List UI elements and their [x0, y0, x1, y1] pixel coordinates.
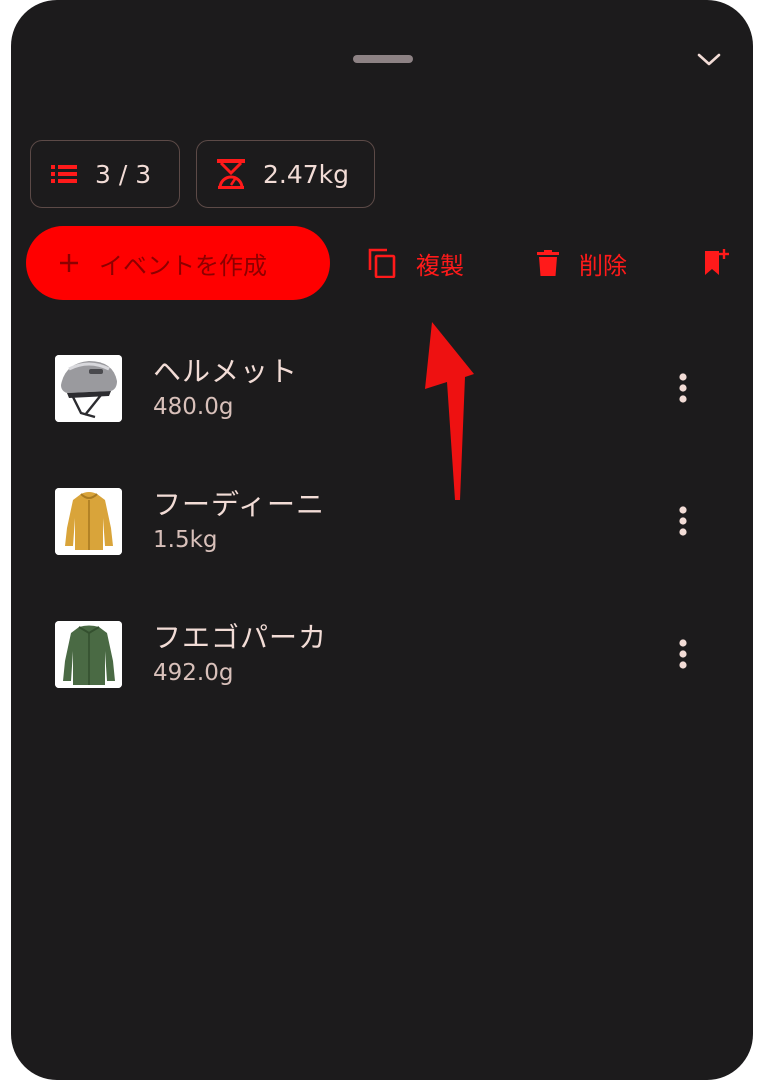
trash-icon — [537, 250, 559, 276]
item-name: フーディーニ — [153, 488, 326, 521]
create-event-label: イベントを作成 — [99, 251, 267, 280]
yellow-jacket-image — [55, 488, 122, 555]
collapse-button[interactable] — [689, 42, 729, 78]
gear-list: ヘルメット 480.0g フーディーニ 1.5kg フエゴパーカ 492.0g — [11, 330, 753, 729]
bottom-sheet: 3 / 3 2.47kg イベントを作成 複製 削除 ヘルメット 480.0g … — [11, 0, 753, 1080]
total-weight-value: 2.47kg — [263, 159, 350, 189]
total-weight-chip[interactable]: 2.47kg — [196, 140, 375, 208]
item-weight: 480.0g — [153, 394, 234, 420]
drag-handle[interactable] — [353, 55, 413, 63]
more-vertical-icon — [679, 506, 687, 536]
item-weight: 1.5kg — [153, 527, 218, 553]
helmet-thumbnail — [55, 355, 122, 422]
helmet-image — [55, 355, 122, 422]
item-menu-button[interactable] — [663, 634, 703, 674]
item-count-value: 3 / 3 — [95, 159, 152, 189]
duplicate-button[interactable]: 複製 — [368, 226, 464, 300]
chevron-down-icon — [697, 53, 721, 66]
plus-icon — [60, 254, 78, 272]
delete-button[interactable]: 削除 — [537, 226, 627, 300]
duplicate-label: 複製 — [416, 251, 464, 280]
item-count-chip[interactable]: 3 / 3 — [30, 140, 180, 208]
more-vertical-icon — [679, 639, 687, 669]
list-item[interactable]: フエゴパーカ 492.0g — [11, 596, 753, 729]
action-bar: イベントを作成 複製 削除 — [11, 226, 753, 300]
list-item[interactable]: フーディーニ 1.5kg — [11, 463, 753, 596]
create-event-button[interactable]: イベントを作成 — [26, 226, 330, 300]
bookmark-add-icon — [705, 249, 729, 275]
add-bookmark-button[interactable] — [703, 226, 749, 300]
scale-icon — [217, 159, 245, 189]
parka-thumbnail — [55, 621, 122, 688]
item-name: フエゴパーカ — [153, 621, 328, 654]
item-name: ヘルメット — [153, 355, 299, 388]
jacket-thumbnail — [55, 488, 122, 555]
item-menu-button[interactable] — [663, 368, 703, 408]
list-icon — [51, 165, 77, 183]
item-menu-button[interactable] — [663, 501, 703, 541]
item-weight: 492.0g — [153, 660, 234, 686]
copy-icon — [368, 248, 396, 278]
delete-label: 削除 — [579, 251, 627, 280]
more-vertical-icon — [679, 373, 687, 403]
list-item[interactable]: ヘルメット 480.0g — [11, 330, 753, 463]
green-jacket-image — [55, 621, 122, 688]
